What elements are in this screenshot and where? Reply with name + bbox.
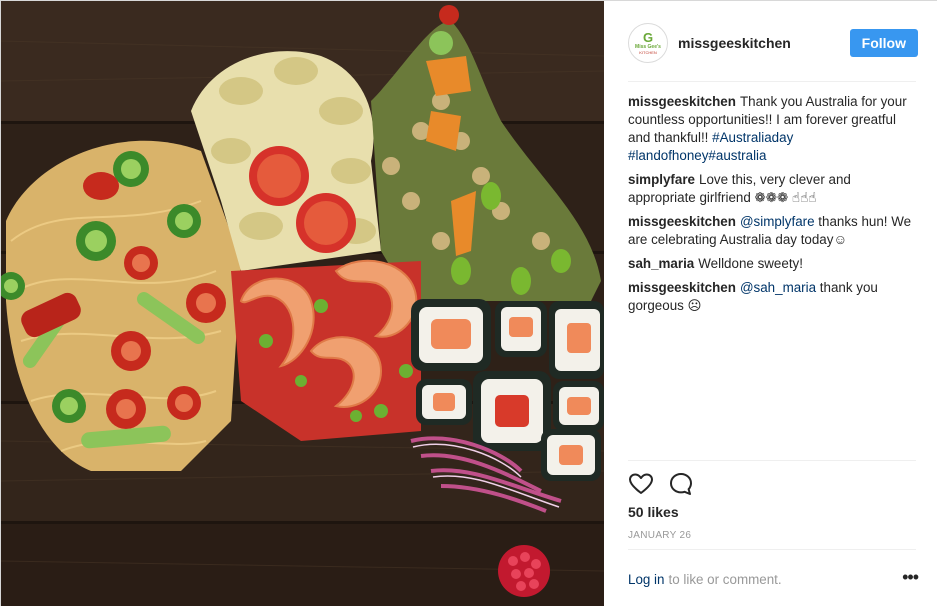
post-actions <box>628 469 708 499</box>
follow-button[interactable]: Follow <box>849 29 918 57</box>
header-divider <box>628 81 916 82</box>
likes-count[interactable]: 50 likes <box>628 504 679 520</box>
comment-username[interactable]: simplyfare <box>628 172 695 187</box>
mention-link[interactable]: @sah_maria <box>740 280 816 295</box>
avatar-letter: G <box>642 29 654 45</box>
hashtag-link[interactable]: #Australiaday <box>712 130 793 145</box>
comment-username[interactable]: missgeeskitchen <box>628 280 736 295</box>
post-details-panel: G Miss Gee's KITCHEN missgeeskitchen Fol… <box>604 1 937 606</box>
post-header: G Miss Gee's KITCHEN missgeeskitchen Fol… <box>628 21 918 65</box>
login-prompt-text: to like or comment. <box>668 571 782 587</box>
comment-bubble-icon[interactable] <box>668 471 694 497</box>
hashtag-link[interactable]: #australia <box>708 148 766 163</box>
avatar[interactable]: G Miss Gee's KITCHEN <box>628 23 668 63</box>
post-photo[interactable] <box>1 1 604 606</box>
comment-item: missgeeskitchen @sah_maria thank you gorg… <box>628 279 918 315</box>
heart-icon[interactable] <box>628 471 654 497</box>
more-options-icon[interactable]: ••• <box>902 568 919 586</box>
login-link[interactable]: Log in <box>628 572 664 587</box>
mention-link[interactable]: @simplyfare <box>740 214 815 229</box>
footer-divider <box>628 549 916 550</box>
comment-item: missgeeskitchen @simplyfare thanks hun! W… <box>628 213 918 249</box>
comment-username[interactable]: missgeeskitchen <box>628 214 736 229</box>
post-footer: Log in to like or comment. ••• <box>628 568 919 590</box>
hashtag-link[interactable]: #landofhoney <box>628 148 708 163</box>
comment-text: Welldone sweety! <box>698 256 803 271</box>
comment-username[interactable]: missgeeskitchen <box>628 94 736 109</box>
food-map-of-australia-image <box>1 1 604 606</box>
comment-username[interactable]: sah_maria <box>628 256 694 271</box>
comments-list: missgeeskitchen Thank you Australia for y… <box>628 93 918 321</box>
actions-divider <box>628 460 916 461</box>
comment-item: simplyfare Love this, very clever and app… <box>628 171 918 207</box>
post-date: JANUARY 26 <box>628 530 692 541</box>
username-link[interactable]: missgeeskitchen <box>678 35 791 51</box>
comment-caption: missgeeskitchen Thank you Australia for y… <box>628 93 918 165</box>
instagram-post: G Miss Gee's KITCHEN missgeeskitchen Fol… <box>0 0 937 606</box>
comment-item: sah_maria Welldone sweety! <box>628 255 918 273</box>
avatar-line2: KITCHEN <box>639 49 657 55</box>
